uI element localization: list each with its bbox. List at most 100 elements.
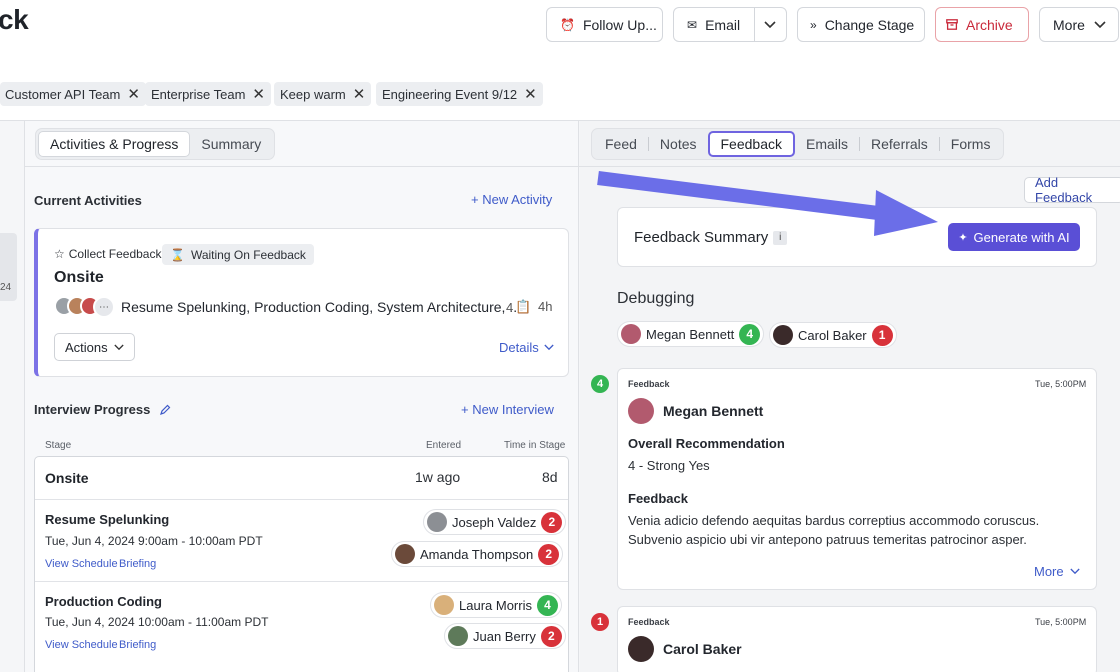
new-interview-button[interactable]: + New Interview <box>461 402 554 417</box>
tab-summary[interactable]: Summary <box>190 131 272 157</box>
interviewer-name: Joseph Valdez <box>452 514 537 530</box>
tab-activities-progress[interactable]: Activities & Progress <box>38 131 191 157</box>
page-header: ck ⏰ Follow Up... ✉ Email » Change Stage… <box>0 0 1120 120</box>
interview-name[interactable]: Resume Spelunking <box>45 512 169 527</box>
feedback-author-name: Megan Bennett <box>663 403 764 419</box>
interview-progress-heading: Interview Progress <box>34 402 171 417</box>
new-activity-label: New Activity <box>482 192 553 207</box>
interview-progress-label: Interview Progress <box>34 402 151 417</box>
more-toggle-label: More <box>1034 564 1064 579</box>
score-badge: 4 <box>591 375 609 393</box>
close-icon[interactable]: ✕ <box>353 85 366 103</box>
follow-up-label: Follow Up... <box>582 16 657 33</box>
recommendation-heading: Overall Recommendation <box>628 436 785 451</box>
more-toggle[interactable]: More <box>1034 564 1080 579</box>
tag-label: Customer API Team <box>5 86 121 102</box>
close-icon[interactable]: ✕ <box>524 85 537 103</box>
score-badge: 4 <box>536 594 558 616</box>
interviewer-name: Megan Bennett <box>646 326 735 342</box>
email-dropdown-toggle[interactable] <box>753 8 786 41</box>
tab-feed[interactable]: Feed <box>594 131 648 157</box>
score-badge: 2 <box>540 625 562 647</box>
archive-button[interactable]: Archive <box>935 7 1029 42</box>
new-activity-button[interactable]: + New Activity <box>471 192 552 207</box>
avatar <box>427 512 447 532</box>
chevron-down-icon <box>764 20 776 28</box>
column-time-in-stage: Time in Stage <box>504 440 566 451</box>
interviewer-chip[interactable]: Joseph Valdez 2 <box>423 509 567 535</box>
interviewer-chip[interactable]: Megan Bennett 4 <box>617 321 765 347</box>
interview-date: Tue, Jun 4, 2024 9:00am - 10:00am PDT <box>45 534 263 548</box>
more-button[interactable]: More <box>1039 7 1119 42</box>
avatar <box>434 595 454 615</box>
left-tab-bar: Activities & Progress Summary <box>35 128 276 160</box>
interview-name[interactable]: Production Coding <box>45 594 162 609</box>
sparkle-icon: ✦ <box>958 231 968 244</box>
activity-count-value: 4 <box>506 299 514 315</box>
view-schedule-link[interactable]: View Schedule <box>45 639 118 651</box>
tab-referrals[interactable]: Referrals <box>860 131 939 157</box>
archive-label: Archive <box>966 16 1013 33</box>
envelope-icon: ✉ <box>687 17 698 32</box>
status-pill: ⌛ Waiting On Feedback <box>162 244 314 265</box>
tag-item: Keep warm ✕ <box>274 82 372 106</box>
interviewer-chip[interactable]: Amanda Thompson 2 <box>391 541 564 567</box>
add-feedback-button[interactable]: Add Feedback <box>1024 175 1120 205</box>
score-badge: 1 <box>871 324 893 346</box>
column-entered: Entered <box>426 440 462 451</box>
briefing-link[interactable]: Briefing <box>119 558 156 570</box>
chevron-down-icon <box>1094 20 1106 28</box>
follow-up-button[interactable]: ⏰ Follow Up... <box>546 7 663 42</box>
interviewer-chip[interactable]: Laura Morris 4 <box>430 592 562 618</box>
avatar <box>621 324 641 344</box>
details-toggle[interactable]: Details <box>499 340 554 355</box>
feedback-card-label: Feedback <box>628 617 670 627</box>
email-split-button: ✉ Email <box>673 7 787 42</box>
archive-box-icon <box>946 19 958 30</box>
avatar <box>773 325 793 345</box>
interviewer-chip[interactable]: Carol Baker 1 <box>769 322 897 348</box>
avatar <box>628 636 654 662</box>
clipboard-icon: 📋 <box>515 299 532 314</box>
interviewer-name: Juan Berry <box>473 628 536 644</box>
view-schedule-link[interactable]: View Schedule <box>45 558 118 570</box>
interviewer-chip[interactable]: Juan Berry 2 <box>444 623 566 649</box>
avatar <box>448 626 468 646</box>
score-badge: 1 <box>591 613 609 631</box>
change-stage-label: Change Stage <box>824 16 915 33</box>
score-badge: 2 <box>541 511 563 533</box>
annotation-arrow <box>597 171 938 236</box>
stage-time: 8d <box>542 469 558 485</box>
email-button[interactable]: ✉ Email <box>674 8 754 41</box>
status-pill-label: Waiting On Feedback <box>190 247 306 262</box>
column-stage: Stage <box>45 440 72 451</box>
tag-item: Enterprise Team ✕ <box>145 82 271 106</box>
activity-type-label: Collect Feedback <box>68 247 162 261</box>
close-icon[interactable]: ✕ <box>127 85 140 103</box>
activity-card: ☆ Collect Feedback ⌛ Waiting On Feedback… <box>34 228 569 377</box>
tab-notes[interactable]: Notes <box>649 131 708 157</box>
score-badge: 4 <box>739 323 761 345</box>
table-row: Production Coding Tue, Jun 4, 2024 10:00… <box>35 581 568 663</box>
feedback-author-name: Carol Baker <box>663 641 742 657</box>
interview-date: Tue, Jun 4, 2024 10:00am - 11:00am PDT <box>45 615 269 629</box>
tab-feedback[interactable]: Feedback <box>707 131 795 157</box>
more-avatars-icon[interactable]: ⋯ <box>93 296 115 318</box>
close-icon[interactable]: ✕ <box>252 85 265 103</box>
tab-emails[interactable]: Emails <box>795 131 859 157</box>
change-stage-button[interactable]: » Change Stage <box>797 7 925 42</box>
alarm-clock-icon: ⏰ <box>560 17 575 32</box>
new-interview-label: New Interview <box>472 402 554 417</box>
generate-with-ai-button[interactable]: ✦ Generate with AI <box>948 223 1080 251</box>
tab-forms[interactable]: Forms <box>940 131 1002 157</box>
tag-item: Engineering Event 9/12 ✕ <box>376 82 543 106</box>
chevron-down-icon <box>114 344 124 350</box>
tab-divider <box>25 166 1120 167</box>
double-chevron-right-icon: » <box>810 17 817 32</box>
actions-label: Actions <box>65 339 108 355</box>
activity-duration: 4h <box>538 299 553 314</box>
briefing-link[interactable]: Briefing <box>119 639 156 651</box>
actions-dropdown[interactable]: Actions <box>54 333 135 361</box>
feedback-text: Subvenio aspicio ubi vir antepono patruu… <box>628 532 1027 547</box>
pencil-icon[interactable] <box>159 404 171 416</box>
